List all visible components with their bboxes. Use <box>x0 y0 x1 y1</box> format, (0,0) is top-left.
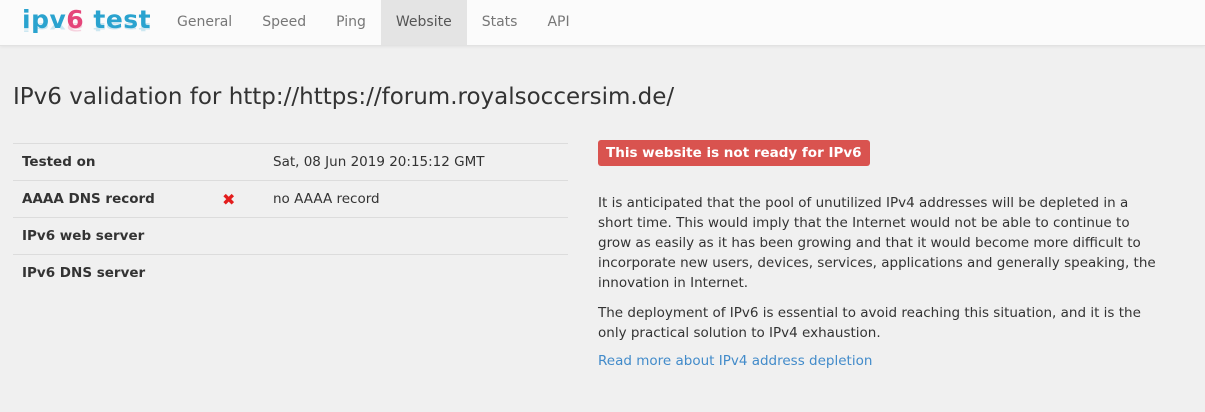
status-badge: This website is not ready for IPv6 <box>598 140 870 166</box>
table-row: AAAA DNS record ✖ no AAAA record <box>13 180 568 218</box>
info-paragraph-2: The deployment of IPv6 is essential to a… <box>598 305 1141 341</box>
nav-item-speed[interactable]: Speed <box>247 0 321 45</box>
row-label: IPv6 DNS server <box>13 254 222 291</box>
table-row: IPv6 web server <box>13 217 568 255</box>
nav-item-ping[interactable]: Ping <box>321 0 381 45</box>
row-label: IPv6 web server <box>13 217 222 255</box>
status-icon-cell <box>222 217 264 255</box>
row-label: AAAA DNS record <box>13 180 222 218</box>
table-row: IPv6 DNS server <box>13 254 568 291</box>
status-icon-cell <box>222 143 264 181</box>
table-row: Tested on Sat, 08 Jun 2019 20:15:12 GMT <box>13 143 568 181</box>
row-value: Sat, 08 Jun 2019 20:15:12 GMT <box>264 143 568 181</box>
status-icon-cell <box>222 254 264 291</box>
row-value <box>264 254 568 291</box>
cross-icon: ✖ <box>222 180 264 218</box>
nav-item-api[interactable]: API <box>532 0 584 45</box>
row-value: no AAAA record <box>264 180 568 218</box>
read-more-link[interactable]: Read more about IPv4 address depletion <box>598 353 872 369</box>
page-title: IPv6 validation for http://https://forum… <box>13 84 675 110</box>
top-navbar: ipv6 test ipv6 test General Speed Ping W… <box>0 0 1205 46</box>
results-table: Tested on Sat, 08 Jun 2019 20:15:12 GMT … <box>13 143 568 291</box>
main-nav: General Speed Ping Website Stats API <box>162 0 585 45</box>
row-label: Tested on <box>13 143 222 181</box>
logo-reflection: ipv6 test <box>22 20 152 34</box>
nav-item-website[interactable]: Website <box>380 0 467 45</box>
row-value <box>264 217 568 255</box>
info-paragraph-1: It is anticipated that the pool of unuti… <box>598 195 1156 291</box>
site-logo[interactable]: ipv6 test ipv6 test <box>22 4 152 44</box>
nav-item-stats[interactable]: Stats <box>467 0 533 45</box>
nav-item-general[interactable]: General <box>162 0 247 45</box>
